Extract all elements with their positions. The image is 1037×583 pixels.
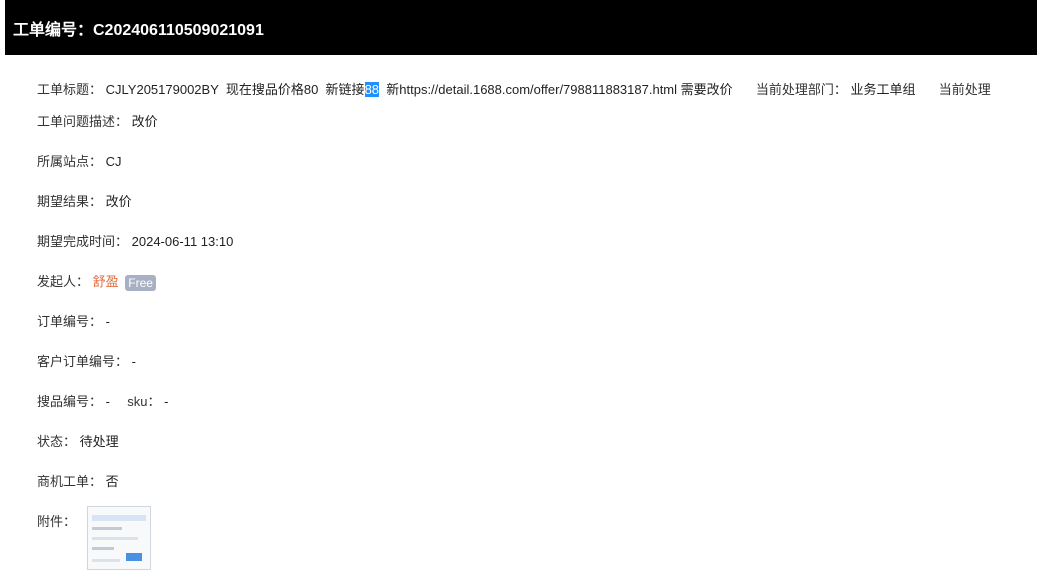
issue-desc-row: 工单问题描述： 改价 xyxy=(37,112,158,132)
ticket-detail-page: 工单编号：C202406110509021091 工单标题： CJLY20517… xyxy=(0,0,1037,583)
current-dept-value: 业务工单组 xyxy=(850,82,916,97)
search-no-value: - xyxy=(105,394,110,409)
status-value: 待处理 xyxy=(79,434,119,449)
site-label: 所属站点： xyxy=(37,154,103,169)
ticket-title-text-prefix: CJLY205179002BY 现在搜品价格80 新链接 xyxy=(105,82,365,97)
current-handler-label: 当前处理 xyxy=(938,82,991,97)
customer-order-no-value: - xyxy=(131,354,136,369)
search-no-row: 搜品编号： - sku： - xyxy=(37,392,168,412)
attachment-row: 附件： xyxy=(37,506,237,582)
status-row: 状态： 待处理 xyxy=(37,432,119,452)
attachment-label: 附件： xyxy=(37,514,77,529)
ticket-header: 工单编号：C202406110509021091 xyxy=(5,0,1037,55)
ticket-title-value: CJLY205179002BY 现在搜品价格80 新链接88 新https://… xyxy=(106,82,733,97)
issue-desc-label: 工单问题描述： xyxy=(37,114,129,129)
order-no-label: 订单编号： xyxy=(37,314,103,329)
initiator-name[interactable]: 舒盈 xyxy=(93,274,119,289)
current-dept-label: 当前处理部门： xyxy=(755,82,847,97)
expected-result-row: 期望结果： 改价 xyxy=(37,192,132,212)
initiator-row: 发起人： 舒盈 Free xyxy=(37,272,156,292)
expected-result-label: 期望结果： xyxy=(37,194,103,209)
site-value: CJ xyxy=(105,154,122,169)
ticket-number-title: 工单编号：C202406110509021091 xyxy=(13,21,264,39)
expected-result-value: 改价 xyxy=(105,194,132,209)
ticket-title-selected-text: 88 xyxy=(364,82,380,97)
initiator-label: 发起人： xyxy=(37,274,90,289)
customer-order-no-label: 客户订单编号： xyxy=(37,354,129,369)
order-no-value: - xyxy=(105,314,110,329)
search-no-label: 搜品编号： xyxy=(37,394,103,409)
site-row: 所属站点： CJ xyxy=(37,152,122,172)
ticket-title-text-suffix: 新https://detail.1688.com/offer/798811883… xyxy=(379,82,733,97)
ticket-title-row: 工单标题： CJLY205179002BY 现在搜品价格80 新链接88 新ht… xyxy=(37,80,991,100)
sku-label: sku： xyxy=(127,394,161,409)
sku-value: - xyxy=(164,394,169,409)
issue-desc-value: 改价 xyxy=(131,114,158,129)
attachment-thumbnail[interactable] xyxy=(87,506,151,570)
expected-time-row: 期望完成时间： 2024-06-11 13:10 xyxy=(37,232,233,252)
status-label: 状态： xyxy=(37,434,77,449)
opportunity-label: 商机工单： xyxy=(37,474,103,489)
opportunity-value: 否 xyxy=(105,474,119,489)
customer-order-no-row: 客户订单编号： - xyxy=(37,352,136,372)
expected-time-value: 2024-06-11 13:10 xyxy=(131,234,234,249)
expected-time-label: 期望完成时间： xyxy=(37,234,129,249)
order-no-row: 订单编号： - xyxy=(37,312,110,332)
opportunity-row: 商机工单： 否 xyxy=(37,472,119,492)
ticket-title-label: 工单标题： xyxy=(37,82,103,97)
plan-badge: Free xyxy=(125,274,156,291)
